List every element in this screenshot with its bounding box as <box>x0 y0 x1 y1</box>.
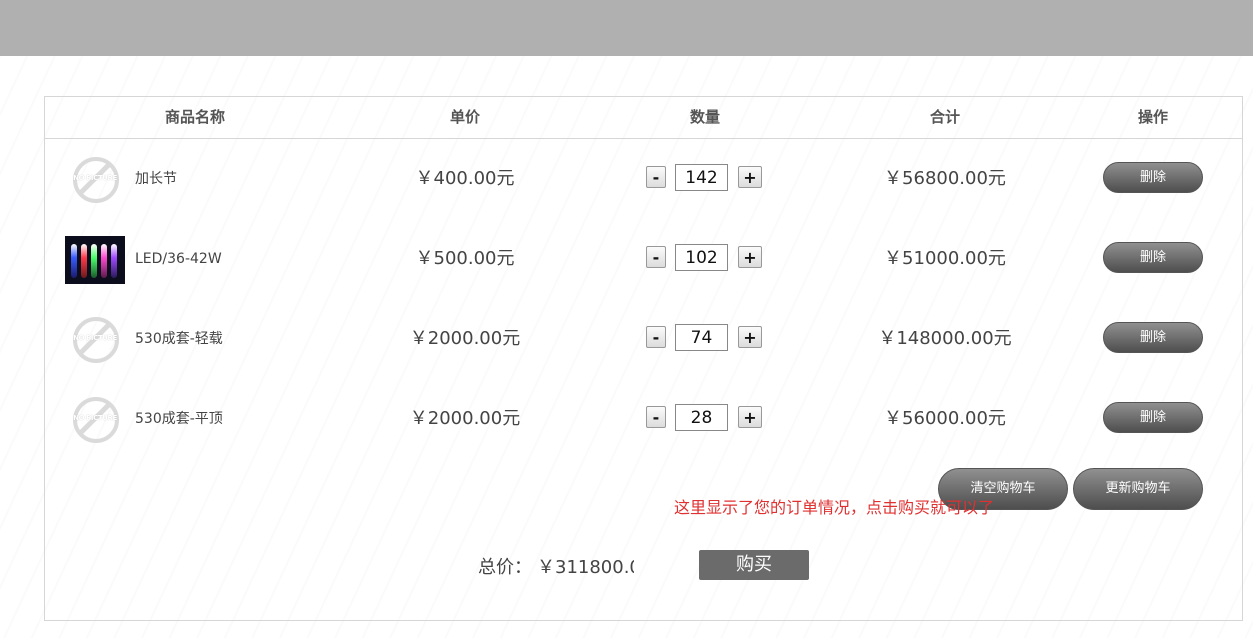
unit-price: ￥2000.00元 <box>409 408 521 429</box>
quantity-input[interactable] <box>675 324 728 351</box>
quantity-input[interactable] <box>675 404 728 431</box>
table-row: NO PICTURE 加长节 ￥400.00元 - + ￥56800.00元 删… <box>45 149 1242 209</box>
top-bar <box>0 0 1253 56</box>
product-thumbnail: NO PICTURE <box>65 315 125 363</box>
header-action: 操作 <box>1137 108 1168 126</box>
header-product: 商品名称 <box>164 108 225 126</box>
row-subtotal: ￥51000.00元 <box>884 248 1006 269</box>
quantity-input[interactable] <box>675 244 728 271</box>
row-subtotal: ￥56800.00元 <box>884 168 1006 189</box>
header-price: 单价 <box>449 108 480 126</box>
no-picture-icon: NO PICTURE <box>71 315 119 363</box>
order-notice: 这里显示了您的订单情况，点击购买就可以了 <box>674 498 995 517</box>
row-subtotal: ￥56000.00元 <box>884 408 1006 429</box>
unit-price: ￥400.00元 <box>415 168 515 189</box>
product-thumbnail: NO PICTURE <box>65 395 125 443</box>
decrease-quantity-button[interactable]: - <box>646 406 666 428</box>
led-product-image[interactable] <box>65 236 125 284</box>
no-picture-icon: NO PICTURE <box>71 395 119 443</box>
product-name[interactable]: 530成套-轻载 <box>135 309 223 369</box>
product-name[interactable]: 加长节 <box>135 149 177 209</box>
no-picture-text: NO PICTURE <box>73 174 117 182</box>
decrease-quantity-button[interactable]: - <box>646 246 666 268</box>
quantity-input[interactable] <box>675 164 728 191</box>
table-row: NO PICTURE 530成套-平顶 ￥2000.00元 - + ￥56000… <box>45 389 1242 449</box>
delete-button[interactable]: 删除 <box>1103 162 1203 193</box>
no-picture-text: NO PICTURE <box>73 414 117 422</box>
product-thumbnail: NO PICTURE <box>65 155 125 203</box>
header-subtotal: 合计 <box>929 108 960 126</box>
decrease-quantity-button[interactable]: - <box>646 166 666 188</box>
header-quantity: 数量 <box>689 108 720 126</box>
increase-quantity-button[interactable]: + <box>738 326 762 348</box>
product-name[interactable]: 530成套-平顶 <box>135 389 223 449</box>
table-row: NO PICTURE 530成套-轻载 ￥2000.00元 - + ￥14800… <box>45 309 1242 369</box>
total-label: 总价： <box>478 557 532 578</box>
unit-price: ￥500.00元 <box>415 248 515 269</box>
delete-button[interactable]: 删除 <box>1103 402 1203 433</box>
increase-quantity-button[interactable]: + <box>738 406 762 428</box>
increase-quantity-button[interactable]: + <box>738 246 762 268</box>
delete-button[interactable]: 删除 <box>1103 242 1203 273</box>
unit-price: ￥2000.00元 <box>409 328 521 349</box>
product-thumbnail <box>65 235 125 284</box>
no-picture-icon: NO PICTURE <box>71 155 119 203</box>
decrease-quantity-button[interactable]: - <box>646 326 666 348</box>
update-cart-button[interactable]: 更新购物车 <box>1073 468 1203 510</box>
total-value: ￥311800.00 <box>537 557 634 578</box>
table-header: 商品名称 单价 数量 合计 操作 <box>45 97 1242 139</box>
delete-button[interactable]: 删除 <box>1103 322 1203 353</box>
cart-table: 商品名称 单价 数量 合计 操作 NO PICTURE 加长节 ￥400.00元… <box>44 96 1243 621</box>
row-subtotal: ￥148000.00元 <box>878 328 1012 349</box>
increase-quantity-button[interactable]: + <box>738 166 762 188</box>
no-picture-text: NO PICTURE <box>73 334 117 342</box>
buy-button[interactable]: 购买 <box>699 550 809 580</box>
product-name[interactable]: LED/36-42W <box>135 229 222 289</box>
table-row: LED/36-42W ￥500.00元 - + ￥51000.00元 删除 <box>45 229 1242 289</box>
